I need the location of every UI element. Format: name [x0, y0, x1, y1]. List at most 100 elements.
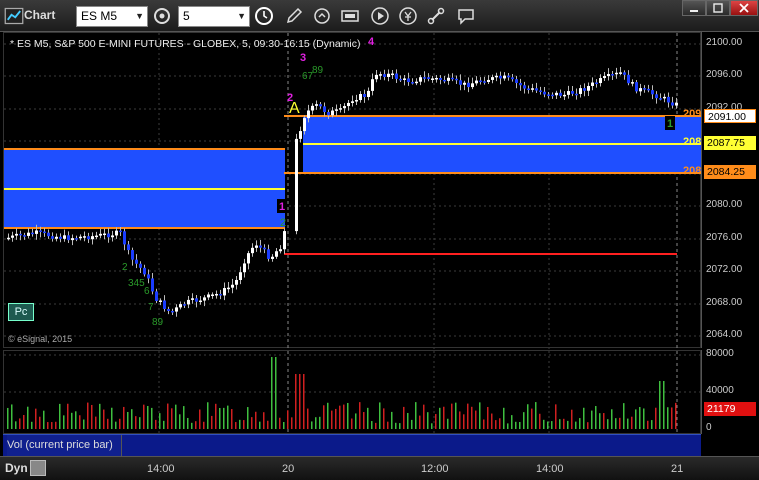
volume-bar — [555, 404, 557, 429]
pencil-icon[interactable] — [284, 6, 304, 26]
volume-bar — [467, 403, 469, 429]
candle-body — [123, 231, 126, 245]
candle-body — [483, 81, 486, 83]
volume-chart-canvas[interactable] — [4, 351, 702, 435]
volume-bar — [219, 408, 221, 429]
candle-body — [171, 310, 174, 313]
candle-body — [463, 82, 466, 85]
interval-input[interactable]: 5 ▼ — [178, 6, 250, 27]
volume-bar — [11, 404, 13, 429]
volume-bar — [667, 407, 669, 429]
volume-bar — [103, 409, 105, 429]
candle-body — [275, 251, 278, 257]
candle-body — [539, 90, 542, 93]
candle-body — [607, 74, 610, 77]
volume-bar — [539, 413, 541, 429]
candle-body — [519, 82, 522, 86]
maximize-button[interactable] — [706, 0, 730, 16]
volume-bar — [267, 420, 269, 429]
volume-bar — [607, 419, 609, 429]
volume-bar — [59, 403, 61, 429]
candle-body — [79, 236, 82, 239]
chat-icon[interactable] — [456, 6, 476, 26]
price-tick: 2076.00 — [706, 232, 743, 243]
volume-bar — [23, 415, 25, 429]
price-axis[interactable]: 2100.00 2096.00 2092.00 2080.00 2076.00 … — [701, 32, 759, 348]
candle-body — [495, 75, 498, 78]
chevron-down-icon[interactable]: ▼ — [237, 7, 246, 26]
candle-body — [507, 75, 510, 78]
candle-body — [103, 233, 106, 236]
count-label: 2 — [122, 262, 128, 273]
volume-bar — [631, 416, 633, 429]
price-chart-canvas[interactable]: A 2 3 4 1 2 1 2 345 6 7 89 67 89 — [4, 33, 702, 349]
refresh-icon[interactable] — [312, 6, 332, 26]
volume-bar — [575, 421, 577, 429]
candle-body — [499, 75, 502, 79]
candle-body — [631, 82, 634, 84]
volume-bar — [363, 412, 365, 429]
gear-icon[interactable] — [152, 6, 172, 26]
candle-body — [175, 307, 178, 312]
candle-body — [655, 94, 658, 99]
volume-bar — [227, 405, 229, 429]
link-icon[interactable] — [426, 6, 446, 26]
candle-body — [619, 72, 622, 74]
template-icon[interactable] — [340, 6, 360, 26]
volume-bar — [591, 410, 593, 429]
volume-bar — [675, 402, 677, 429]
volume-bar — [19, 418, 21, 429]
candle-body — [587, 85, 590, 91]
volume-chart-panel[interactable] — [3, 350, 702, 435]
volume-bar — [647, 420, 649, 429]
candle-body — [7, 237, 10, 240]
volume-bar — [199, 409, 201, 429]
currency-icon[interactable] — [398, 6, 418, 26]
volume-bar — [415, 402, 417, 429]
dyn-label[interactable]: Dyn — [5, 461, 28, 475]
clock-icon[interactable] — [254, 6, 274, 26]
volume-bar — [139, 417, 141, 429]
time-tick: 20 — [282, 463, 295, 475]
close-button[interactable] — [730, 0, 758, 16]
lock-icon[interactable] — [30, 460, 46, 476]
play-icon[interactable] — [370, 6, 390, 26]
price-chart-panel[interactable]: A 2 3 4 1 2 1 2 345 6 7 89 67 89 * ES M5… — [3, 32, 702, 349]
volume-bar — [239, 419, 241, 429]
volume-bar — [463, 414, 465, 429]
volume-bar — [187, 417, 189, 429]
volume-axis[interactable]: 80000 40000 0 21179 — [701, 348, 759, 434]
candle-body — [15, 233, 18, 236]
volume-bar — [235, 422, 237, 429]
candle-body — [603, 76, 606, 79]
volume-study-bar[interactable]: Vol (current price bar) — [3, 434, 701, 456]
volume-bar — [523, 412, 525, 429]
volume-bar — [511, 415, 513, 429]
candle-body — [27, 232, 30, 236]
volume-bar — [399, 423, 401, 429]
candle-body — [479, 80, 482, 83]
candle-body — [407, 78, 410, 83]
time-axis[interactable]: Dyn 14:00 20 12:00 14:00 21 — [0, 456, 759, 480]
chevron-down-icon[interactable]: ▼ — [135, 7, 144, 26]
minimize-button[interactable] — [682, 0, 706, 16]
symbol-input[interactable]: ES M5 ▼ — [76, 6, 148, 27]
pc-button[interactable]: Pc — [8, 303, 34, 321]
candle-body — [431, 78, 434, 80]
volume-study-label[interactable]: Vol (current price bar) — [7, 435, 122, 456]
volume-bar — [423, 404, 425, 429]
candle-body — [315, 104, 318, 106]
volume-bar — [495, 420, 497, 429]
candle-body — [283, 231, 286, 250]
candle-body — [423, 77, 426, 79]
edge-label-lower: 208 — [683, 165, 702, 177]
candle-body — [167, 308, 170, 311]
candle-body — [371, 79, 374, 91]
candle-body — [267, 249, 270, 259]
candle-body — [551, 94, 554, 97]
volume-bar — [315, 417, 317, 429]
candle-body — [343, 106, 346, 109]
volume-bar — [179, 414, 181, 429]
volume-bar — [123, 406, 125, 429]
candle-body — [347, 102, 350, 107]
